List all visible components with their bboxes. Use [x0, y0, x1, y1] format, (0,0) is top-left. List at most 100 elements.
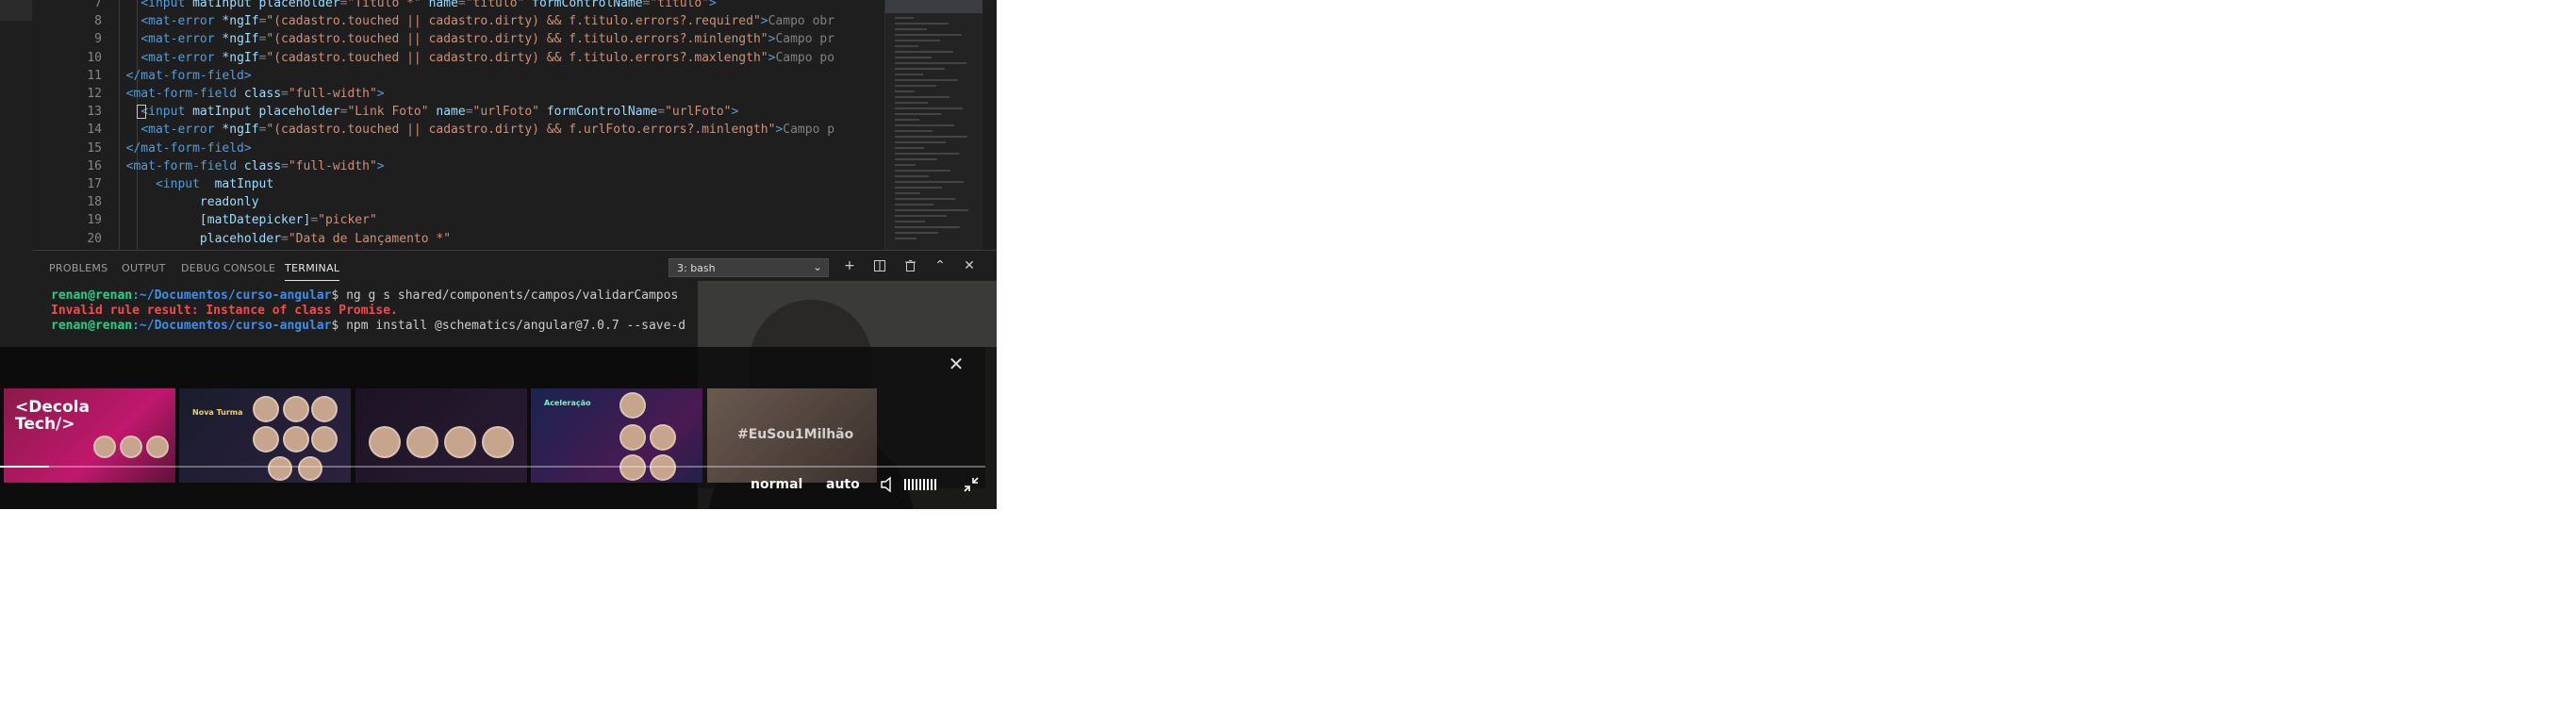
minimap[interactable] — [884, 0, 983, 250]
related-video-thumbnail[interactable]: Aceleração — [531, 388, 702, 483]
avatar — [650, 424, 676, 451]
minimap-line — [895, 221, 925, 222]
tab-terminal[interactable]: TERMINAL — [285, 262, 340, 281]
split-terminal-icon[interactable] — [870, 256, 889, 275]
avatar — [406, 426, 438, 458]
avatar — [482, 426, 514, 458]
line-number: 14 — [87, 123, 102, 138]
avatar — [283, 426, 309, 452]
code-token: placeholder — [199, 231, 282, 246]
code-token: *ngIf — [214, 50, 259, 65]
code-token: </mat-form-field> — [125, 68, 252, 83]
related-video-thumbnail[interactable] — [355, 388, 527, 483]
trash-icon[interactable] — [900, 256, 919, 275]
code-token: "(cadastro.touched || cadastro.dirty) &&… — [266, 32, 768, 47]
code-line: </mat-form-field> — [111, 69, 252, 83]
code-token: <input — [155, 177, 200, 191]
line-number: 15 — [87, 140, 102, 156]
avatar — [619, 392, 646, 419]
code-token: *ngIf — [214, 32, 259, 47]
code-line: <mat-error *ngIf="(cadastro.touched || c… — [111, 32, 834, 46]
close-related-button[interactable]: ✕ — [946, 354, 966, 374]
code-token: *ngIf — [214, 14, 259, 29]
speed-button[interactable]: normal — [751, 477, 802, 492]
volume-slider[interactable] — [904, 479, 938, 490]
terminal-path: :~/Documentos/curso-angular — [132, 288, 332, 303]
minimap-line — [895, 226, 960, 228]
terminal-user: renan@renan — [51, 288, 133, 303]
activity-item[interactable] — [0, 0, 32, 21]
volume-level-bar — [912, 479, 914, 490]
code-token: > — [731, 105, 739, 120]
code-token: <mat-error — [140, 123, 215, 138]
line-number: 18 — [87, 195, 102, 210]
volume-level-bar — [916, 479, 917, 490]
minimap-line — [895, 164, 916, 166]
code-token: class — [237, 158, 282, 173]
line-number: 20 — [87, 231, 102, 246]
quality-button[interactable]: auto — [826, 477, 860, 492]
plus-icon[interactable]: + — [840, 256, 859, 275]
code-token: = — [457, 0, 466, 10]
tab-output[interactable]: OUTPUT — [122, 262, 166, 274]
code-line: readonly — [111, 195, 259, 209]
code-token: <mat-form-field — [125, 158, 238, 173]
code-editor[interactable]: 7 8 9 10 11 12 13 14 15 16 17 18 19 20 <input matInpu… — [0, 0, 997, 250]
avatar — [650, 454, 676, 481]
avatar — [619, 454, 646, 481]
line-number: 10 — [87, 50, 102, 65]
avatar — [253, 426, 279, 452]
minimap-line — [895, 124, 954, 126]
line-number: 17 — [87, 177, 102, 191]
terminal-select[interactable]: 3: bash ⌄ — [669, 258, 829, 277]
minimap-line — [895, 74, 923, 75]
minimap-line — [895, 40, 940, 41]
minimap-slider[interactable] — [885, 0, 983, 13]
avatar — [444, 426, 476, 458]
avatar — [253, 396, 279, 422]
code-token: "(cadastro.touched || cadastro.dirty) &&… — [266, 50, 768, 65]
line-number: 16 — [87, 158, 102, 173]
related-video-title: <Decola Tech/> — [15, 398, 90, 434]
tab-problems[interactable]: PROBLEMS — [49, 262, 107, 274]
minimap-line — [895, 107, 963, 109]
close-panel-icon[interactable]: ✕ — [960, 256, 979, 275]
minimap-line — [895, 209, 968, 211]
progress-fill — [0, 466, 50, 468]
editor-scrollbar[interactable] — [983, 0, 997, 250]
exit-fullscreen-icon[interactable] — [962, 475, 981, 494]
chevron-down-icon: ⌄ — [812, 260, 822, 273]
avatar — [268, 456, 292, 481]
chevron-up-icon[interactable]: ⌃ — [931, 256, 949, 275]
minimap-line — [895, 62, 966, 64]
progress-bar[interactable] — [0, 466, 985, 468]
related-video-thumbnail[interactable]: Nova Turma — [179, 388, 351, 483]
code-token: <mat-error — [140, 14, 215, 29]
code-token: formControlName — [539, 105, 658, 120]
code-area[interactable]: <input matInput placeholder="Título *" n… — [111, 0, 884, 250]
minimap-line — [895, 79, 958, 81]
code-token: [matDatepicker] — [199, 213, 311, 228]
minimap-line — [895, 57, 932, 58]
related-video-thumbnail[interactable]: #EuSou1Milhão — [707, 388, 877, 483]
code-token: "Data de Lançamento *" — [288, 231, 452, 246]
code-token: "(cadastro.touched || cadastro.dirty) &&… — [266, 123, 776, 138]
avatar — [120, 436, 142, 458]
minimap-line — [895, 119, 919, 121]
line-number-gutter: 7 8 9 10 11 12 13 14 15 16 17 18 19 20 — [32, 0, 111, 250]
volume-level-bar — [908, 479, 910, 490]
volume-icon[interactable] — [879, 475, 898, 494]
volume-level-bar — [931, 479, 933, 490]
video-player[interactable]: 7 8 9 10 11 12 13 14 15 16 17 18 19 20 <input matInpu… — [0, 0, 997, 509]
terminal-path: :~/Documentos/curso-angular — [132, 319, 332, 333]
code-line: <mat-form-field class="full-width"> — [111, 159, 385, 173]
related-video-thumbnail[interactable]: <Decola Tech/> — [4, 388, 175, 483]
code-line: <input matInput placeholder="Link Foto" … — [111, 105, 738, 119]
code-token: = — [310, 213, 319, 228]
tab-debug-console[interactable]: DEBUG CONSOLE — [181, 262, 275, 274]
code-token: Campo p — [783, 123, 835, 138]
